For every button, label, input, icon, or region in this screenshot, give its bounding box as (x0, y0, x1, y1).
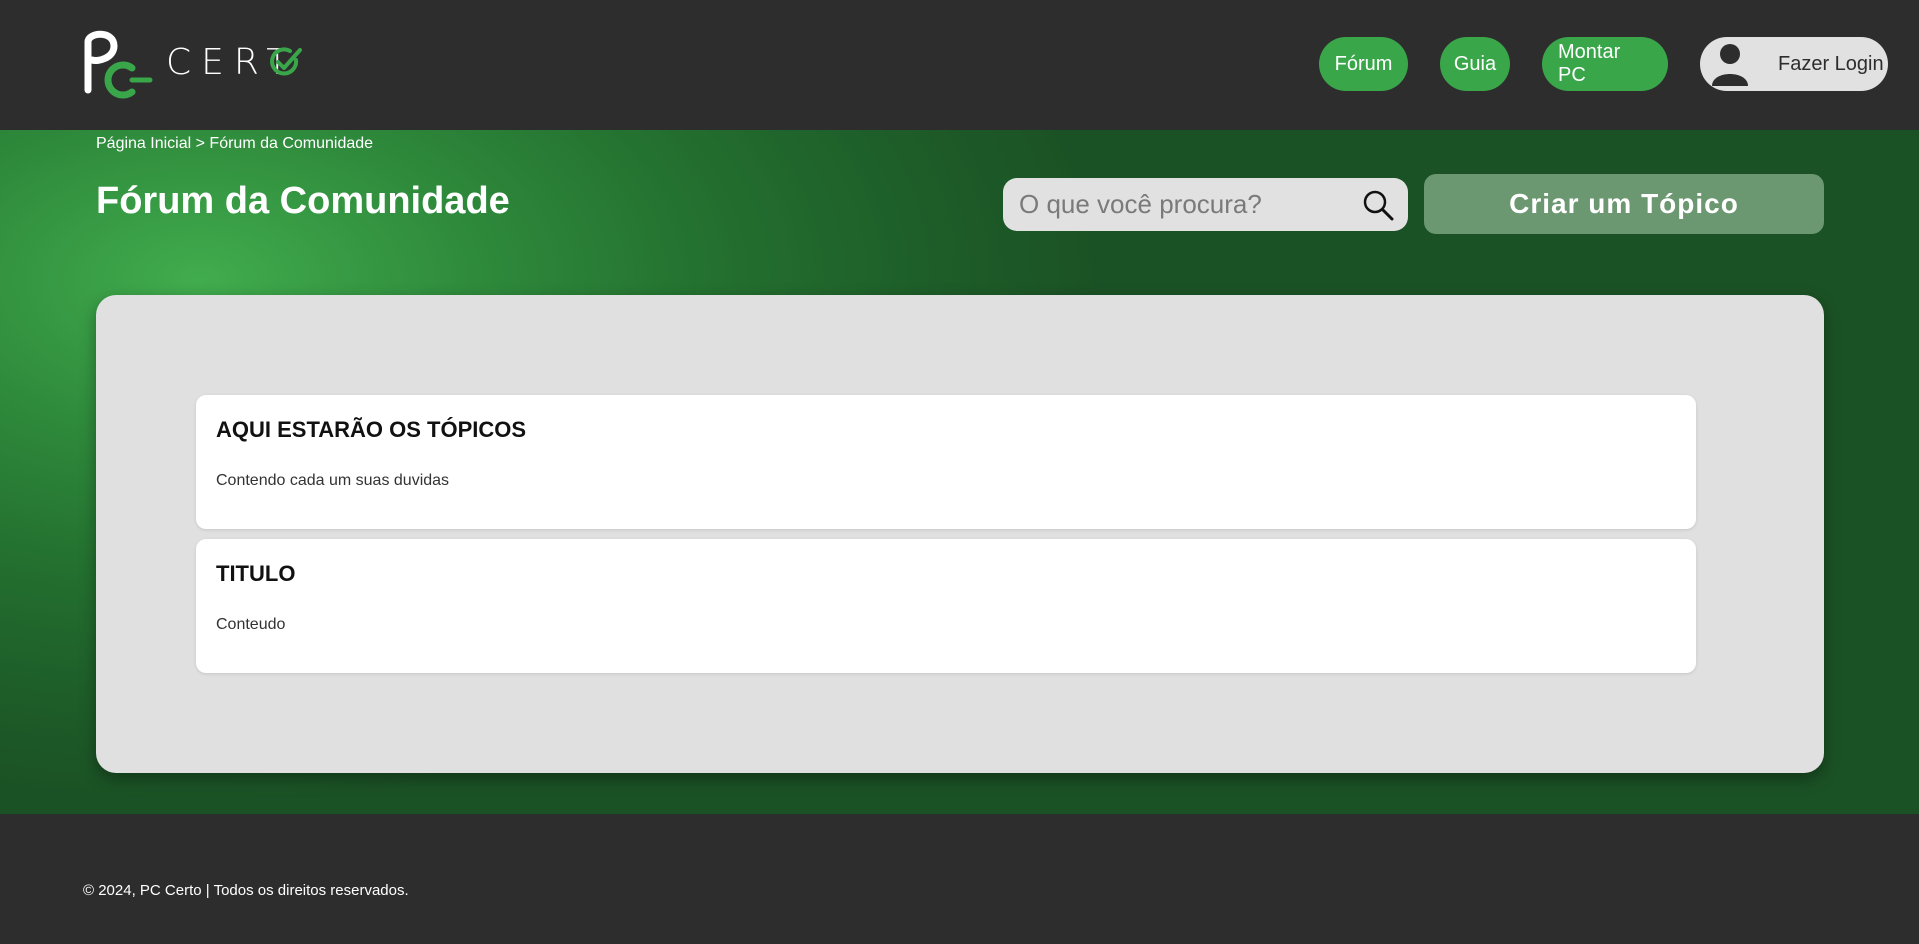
nav-guia-button[interactable]: Guia (1440, 37, 1510, 91)
topics-panel: AQUI ESTARÃO OS TÓPICOS Contendo cada um… (96, 295, 1824, 773)
topic-content: Conteudo (216, 616, 286, 633)
pc-certo-logo[interactable]: CERT (80, 28, 320, 100)
breadcrumb-home-link[interactable]: Página Inicial (96, 135, 191, 152)
create-topic-button[interactable]: Criar um Tópico (1424, 174, 1824, 234)
nav-montar-pc-button[interactable]: Montar PC (1542, 37, 1668, 91)
user-icon (1712, 44, 1748, 86)
breadcrumb: Página Inicial > Fórum da Comunidade (96, 135, 373, 153)
page-title: Fórum da Comunidade (96, 180, 510, 222)
forum-section: Página Inicial > Fórum da Comunidade Fór… (0, 130, 1919, 814)
breadcrumb-separator: > (195, 135, 205, 152)
search-input[interactable] (1003, 178, 1343, 231)
footer-copyright: © 2024, PC Certo | Todos os direitos res… (83, 882, 409, 899)
topic-card[interactable]: TITULO Conteudo (196, 539, 1696, 673)
breadcrumb-current: Fórum da Comunidade (209, 135, 374, 152)
pc-logo-icon (84, 30, 153, 99)
login-button[interactable]: Fazer Login (1700, 37, 1888, 91)
site-footer: © 2024, PC Certo | Todos os direitos res… (0, 814, 1919, 944)
check-circle-icon (270, 47, 302, 76)
topic-title: TITULO (216, 561, 296, 586)
topic-title: AQUI ESTARÃO OS TÓPICOS (216, 417, 527, 442)
topic-content: Contendo cada um suas duvidas (216, 472, 450, 489)
search-box (1003, 178, 1408, 231)
login-label: Fazer Login (1778, 52, 1884, 75)
search-icon[interactable] (1362, 189, 1394, 221)
site-header: CERT Fórum Guia Montar PC Fazer Login (0, 0, 1919, 130)
main-nav: Fórum Guia Montar PC Fazer Login (1319, 37, 1888, 91)
nav-forum-button[interactable]: Fórum (1319, 37, 1408, 91)
topic-card[interactable]: AQUI ESTARÃO OS TÓPICOS Contendo cada um… (196, 395, 1696, 529)
